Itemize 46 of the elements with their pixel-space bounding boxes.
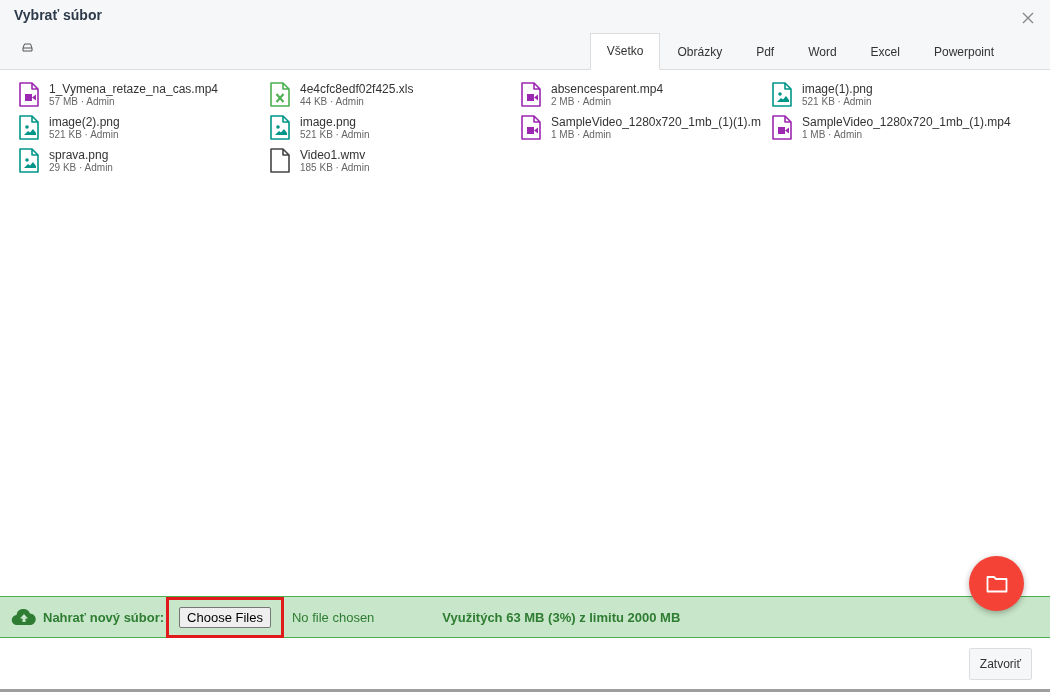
file-meta: 1 MB · Admin: [551, 129, 613, 140]
file-meta: 44 KB · Admin: [300, 96, 365, 107]
file-meta: 57 MB · Admin: [49, 96, 116, 107]
folder-icon: [985, 574, 1008, 593]
dialog-title: Vybrať súbor: [14, 7, 102, 23]
image-file-icon: [19, 115, 39, 140]
file-meta: 185 KB · Admin: [300, 162, 370, 173]
file-meta: 521 KB · Admin: [802, 96, 873, 107]
storage-usage: Využitých 63 MB (3%) z limitu 2000 MB: [442, 609, 681, 625]
file-name[interactable]: Video1.wmv: [300, 148, 370, 162]
file-meta: 521 KB · Admin: [300, 129, 370, 140]
video-file-icon: [521, 82, 541, 107]
file-name[interactable]: image(2).png: [49, 115, 120, 129]
file-status: No file chosen: [291, 609, 375, 625]
tab[interactable]: Všetko: [589, 33, 661, 70]
cloud-upload-icon: [11, 608, 37, 626]
file-meta: 521 KB · Admin: [49, 129, 120, 140]
image-file-icon: [19, 148, 39, 173]
choose-files-button[interactable]: Choose Files: [179, 606, 271, 628]
file-meta: 1 MB · Admin: [802, 129, 864, 140]
video-file-icon: [772, 115, 792, 140]
upload-label: Nahrať nový súbor:: [43, 609, 165, 625]
image-file-icon: [772, 82, 792, 107]
file-name[interactable]: SampleVideo_1280x720_1mb_(1)(1).m: [551, 115, 761, 129]
image-file-icon: [270, 115, 290, 140]
file-icon: [270, 148, 290, 173]
tab[interactable]: Word: [791, 33, 854, 70]
tab[interactable]: Obrázky: [660, 33, 740, 70]
close-button[interactable]: Zatvoriť: [968, 647, 1032, 680]
excel-file-icon: [270, 82, 290, 107]
file-name[interactable]: image(1).png: [802, 82, 873, 96]
drive-icon[interactable]: [22, 43, 33, 52]
tab[interactable]: Excel: [853, 33, 917, 70]
file-name[interactable]: 1_Vymena_retaze_na_cas.mp4: [49, 82, 218, 96]
video-file-icon: [19, 82, 39, 107]
file-meta: 2 MB · Admin: [551, 96, 613, 107]
file-name[interactable]: absencesparent.mp4: [551, 82, 664, 96]
tab[interactable]: Powerpoint: [916, 33, 1011, 70]
file-name[interactable]: image.png: [300, 115, 370, 129]
tab[interactable]: Pdf: [739, 33, 792, 70]
video-file-icon: [521, 115, 541, 140]
file-meta: 29 KB · Admin: [49, 162, 113, 173]
file-name[interactable]: 4e4cfc8edf02f425.xls: [300, 82, 414, 96]
close-icon[interactable]: [1022, 12, 1034, 24]
file-name[interactable]: sprava.png: [49, 148, 113, 162]
file-name[interactable]: SampleVideo_1280x720_1mb_(1).mp4: [802, 115, 1011, 129]
